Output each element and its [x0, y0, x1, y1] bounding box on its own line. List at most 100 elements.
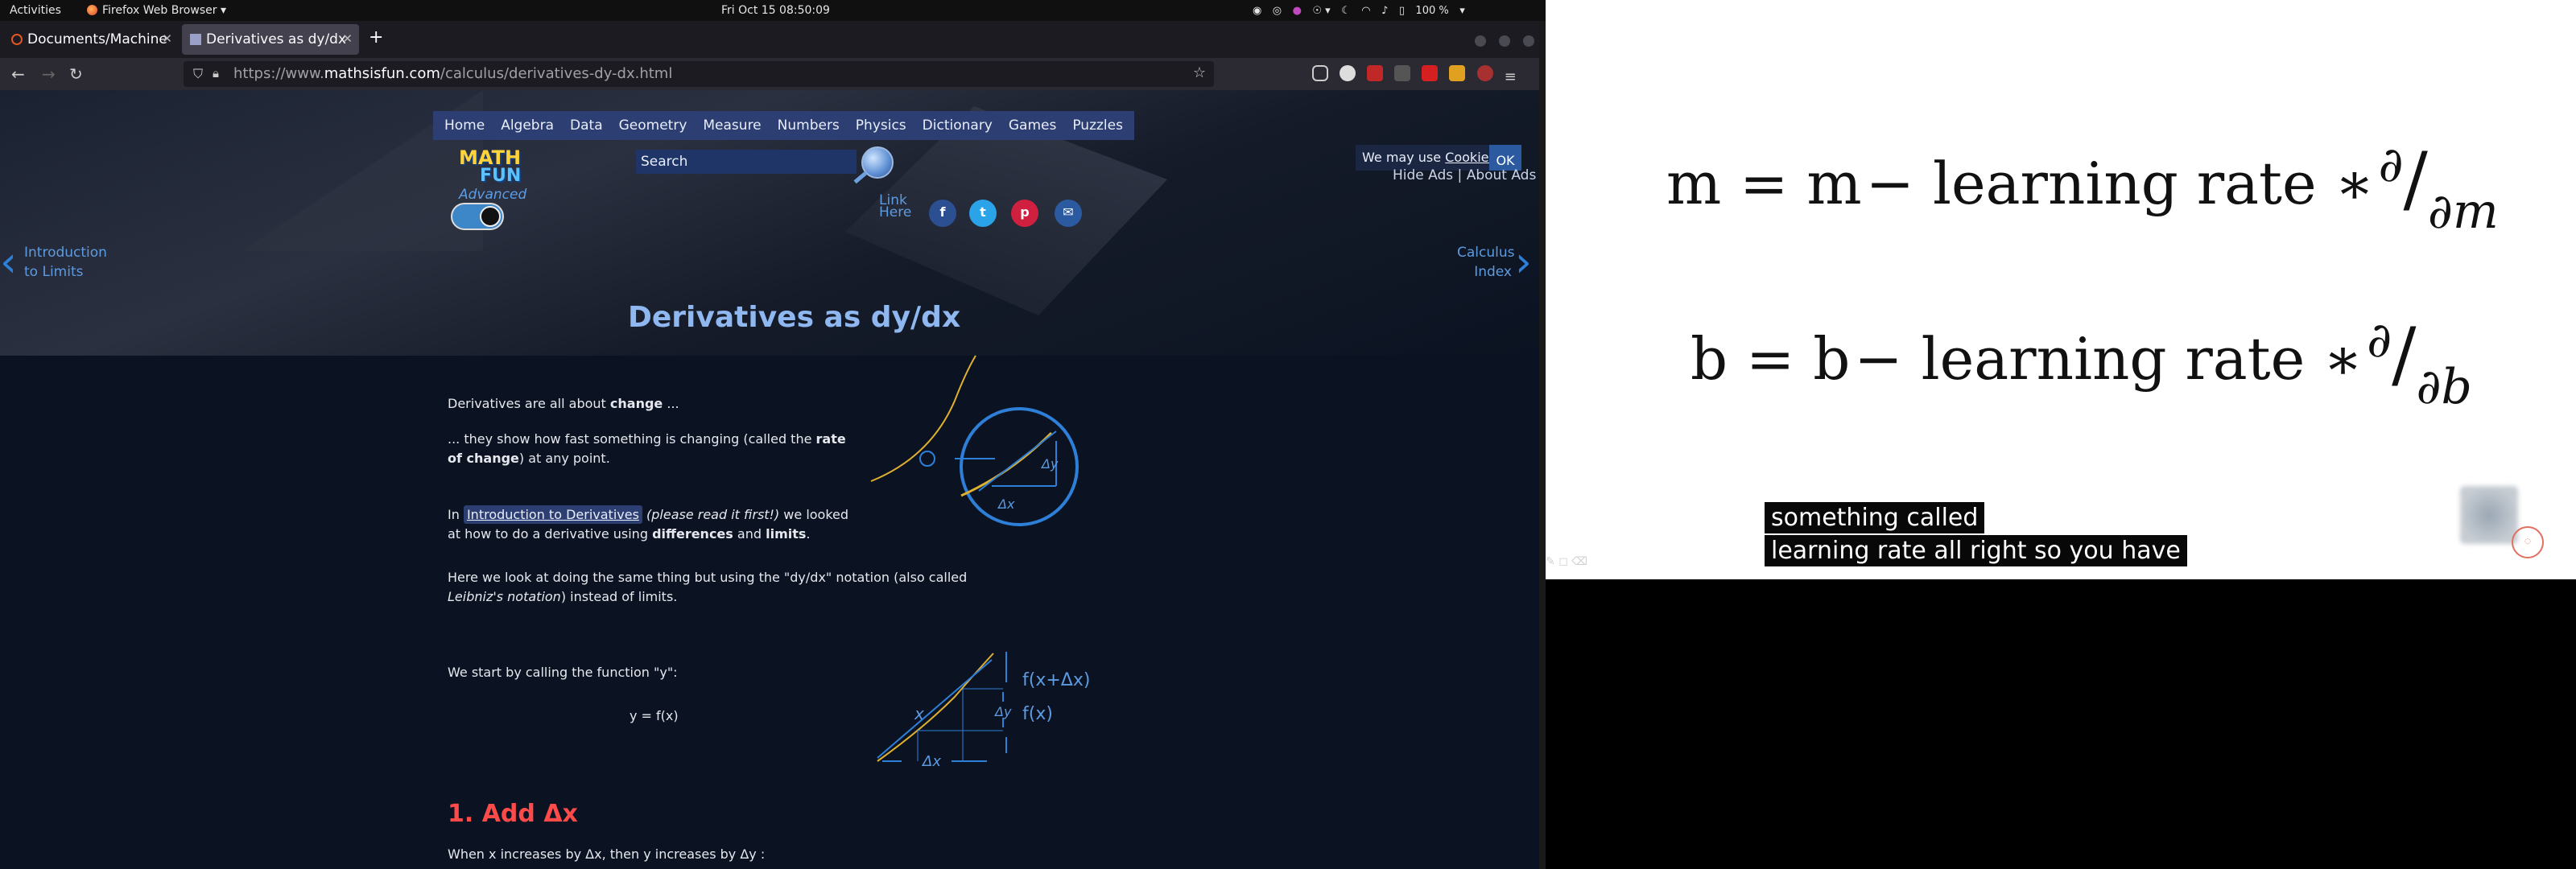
eq2-rhs: − learning rate ∗ — [1854, 325, 2363, 393]
chevron-down-icon[interactable]: ▾ — [1459, 5, 1465, 17]
p3-bold1: differences — [652, 526, 733, 542]
wifi-icon: ◠ — [1361, 5, 1371, 17]
video-letterbox — [1546, 579, 2576, 869]
tab-derivatives[interactable]: Derivatives as dy/dx ✕ — [182, 24, 359, 55]
activities-button[interactable]: Activities — [10, 4, 61, 17]
prev-line2: to Limits — [24, 264, 84, 280]
menu-geometry[interactable]: Geometry — [611, 111, 696, 140]
menu-icon[interactable]: ≡ — [1505, 68, 1517, 85]
next-page-link[interactable]: Calculus Index — [1457, 243, 1515, 282]
twitter-icon[interactable]: t — [969, 200, 997, 227]
ext-s-icon[interactable] — [1422, 65, 1439, 81]
about-ads-link[interactable]: About Ads — [1467, 167, 1537, 183]
p1-text: Derivatives are all about — [448, 396, 610, 411]
close-window-button[interactable] — [1523, 35, 1534, 47]
ext-glasses-icon[interactable] — [1394, 65, 1411, 81]
ext-circle-icon[interactable] — [1340, 65, 1356, 81]
intro-derivatives-link[interactable]: Introduction to Derivatives — [463, 505, 642, 524]
shield-icon[interactable]: ⛉ — [193, 66, 203, 82]
p2-bold2: of change — [448, 451, 519, 466]
menu-algebra[interactable]: Algebra — [493, 111, 562, 140]
app-menu[interactable]: Firefox Web Browser ▾ — [87, 4, 226, 17]
volume-icon: ♪ — [1381, 5, 1389, 17]
channel-watermark-icon[interactable]: ◌ — [2512, 526, 2544, 558]
new-tab-button[interactable]: + — [369, 27, 383, 47]
eq1-lhs: m = m — [1666, 150, 1862, 217]
mathsisfun-favicon — [190, 34, 201, 45]
back-button[interactable]: ← — [11, 64, 25, 84]
forward-button[interactable]: → — [42, 64, 56, 84]
menu-measure[interactable]: Measure — [695, 111, 769, 140]
search-input[interactable] — [636, 150, 857, 174]
ublock-icon[interactable] — [1367, 65, 1384, 81]
app-indicator-icon[interactable]: ● — [1293, 5, 1302, 17]
tab-label: Documents/Machine — [27, 31, 167, 47]
url-bar[interactable]: ⛉ 🔒︎ https://www.mathsisfun.com/calculus… — [184, 61, 1214, 87]
pen-tool-icon[interactable]: ✎ — [1546, 555, 1555, 568]
dark-mode-toggle[interactable] — [451, 203, 504, 230]
url-path: /calculus/derivatives-dy-dx.html — [440, 65, 673, 82]
lock-icon[interactable]: 🔒︎ — [213, 66, 219, 80]
formula-y-fx: y = f(x) — [630, 708, 679, 723]
maximize-button[interactable] — [1499, 35, 1510, 47]
menu-numbers[interactable]: Numbers — [770, 111, 848, 140]
shape-tool-icon[interactable]: ◻ — [1558, 555, 1568, 568]
link-here[interactable]: Link Here — [879, 194, 912, 220]
presenter-thumbnail — [2460, 486, 2518, 544]
ad-links: Hide Ads | About Ads — [1393, 167, 1537, 183]
battery-label: 100 % — [1415, 5, 1449, 17]
site-menu: Home Algebra Data Geometry Measure Numbe… — [433, 111, 1134, 140]
eq2-lhs: b = b — [1690, 325, 1851, 393]
url-domain: mathsisfun.com — [324, 65, 440, 82]
discord-icon[interactable]: ◎ — [1273, 5, 1282, 17]
prev-page-link[interactable]: Introduction to Limits — [24, 243, 107, 282]
system-tray[interactable]: ◉ ◎ ● ☉ ▾ ☾ ◠ ♪ ▯ 100 % ▾ — [1253, 4, 1472, 17]
search-button[interactable] — [861, 146, 894, 179]
p3-end: . — [806, 526, 811, 542]
close-icon[interactable]: ✕ — [342, 31, 353, 46]
cookies-link[interactable]: Cookies — [1445, 150, 1496, 165]
menu-games[interactable]: Games — [1001, 111, 1064, 140]
ext-yellow-icon[interactable] — [1449, 65, 1466, 81]
section-heading-add-dx: 1. Add Δx — [448, 800, 578, 828]
menu-data[interactable]: Data — [562, 111, 611, 140]
bookmark-star-icon[interactable]: ☆ — [1193, 64, 1206, 81]
equation-m-update: m = m − learning rate ∗ ∂/∂m — [1666, 137, 2499, 240]
chevron-left-icon[interactable]: ‹ — [0, 241, 17, 283]
paragraph-1: Derivatives are all about change ... — [448, 394, 679, 414]
menu-physics[interactable]: Physics — [848, 111, 914, 140]
menu-home[interactable]: Home — [436, 111, 493, 140]
p3-line2: at how to do a derivative using — [448, 526, 653, 542]
facebook-icon[interactable]: f — [929, 200, 956, 227]
p1-bold: change — [609, 396, 663, 411]
p2-post: ) at any point. — [518, 451, 610, 466]
p3-bold2: limits — [766, 526, 807, 542]
minimize-button[interactable] — [1475, 35, 1486, 47]
pocket-icon[interactable] — [1312, 65, 1328, 81]
toggle-knob — [480, 206, 501, 227]
ext-red-badge-icon[interactable] — [1476, 65, 1493, 81]
menu-dictionary[interactable]: Dictionary — [914, 111, 1001, 140]
diagram2-dx: Δx — [921, 753, 941, 770]
site-logo[interactable]: MATH FUN Advanced — [456, 145, 528, 203]
accessibility-icon[interactable]: ☉ ▾ — [1312, 5, 1330, 17]
link-here-line2: Here — [879, 204, 912, 220]
paragraph-5: We start by calling the function "y": — [448, 665, 678, 680]
reload-button[interactable]: ↻ — [69, 64, 83, 84]
tab-documents[interactable]: Documents/Machine ✕ — [3, 24, 179, 55]
hide-ads-link[interactable]: Hide Ads — [1393, 167, 1453, 183]
p4-italic: Leibniz's notation — [448, 589, 561, 604]
email-icon[interactable]: ✉ — [1055, 200, 1082, 227]
cookie-text: We may use — [1362, 150, 1446, 165]
video-player[interactable]: m = m − learning rate ∗ ∂/∂m b = b − lea… — [1546, 0, 2576, 579]
tab-label: Derivatives as dy/dx — [206, 31, 347, 47]
clock[interactable]: Fri Oct 15 08:50:09 — [721, 4, 830, 17]
menu-puzzles[interactable]: Puzzles — [1064, 111, 1131, 140]
eraser-icon[interactable]: ⌫ — [1571, 555, 1587, 568]
chevron-right-icon[interactable]: › — [1515, 241, 1532, 283]
window-divider[interactable] — [1539, 21, 1546, 869]
pinterest-icon[interactable]: p — [1011, 200, 1038, 227]
diagram1-dx: Δx — [997, 496, 1015, 512]
steam-icon[interactable]: ◉ — [1253, 5, 1261, 17]
close-icon[interactable]: ✕ — [162, 31, 172, 46]
